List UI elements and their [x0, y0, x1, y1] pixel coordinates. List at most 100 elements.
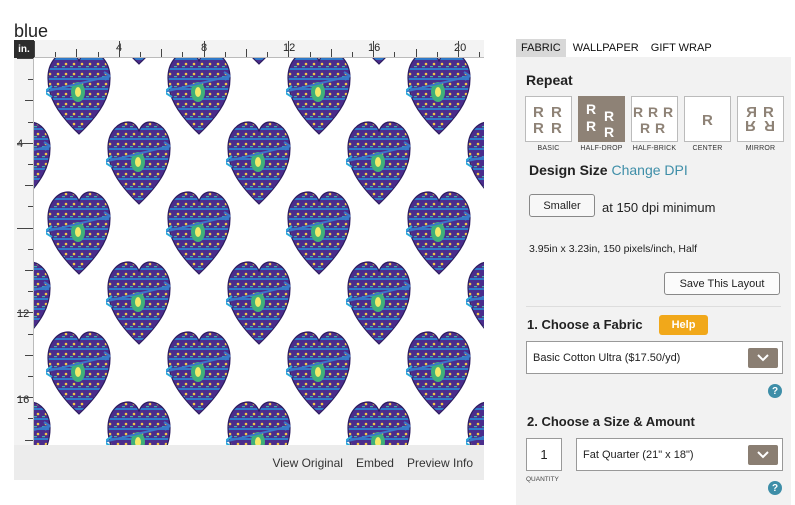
embed-link[interactable]: Embed	[356, 456, 394, 470]
ruler-unit-toggle[interactable]: in.	[14, 40, 34, 58]
repeat-option-label: HALF-BRICK	[632, 145, 677, 152]
pattern-canvas[interactable]	[34, 58, 484, 445]
ruler-vertical: 4 12 16	[14, 58, 34, 445]
options-panel: Repeat RRRR BASIC RRRR HALF-DROP RRRRR H…	[516, 57, 791, 505]
ruler-tick	[28, 248, 33, 250]
ruler-tick	[76, 49, 78, 57]
heart-arrow-motif	[283, 328, 352, 416]
ruler-tick	[25, 354, 33, 356]
ruler-tick	[203, 41, 205, 57]
view-original-link[interactable]: View Original	[272, 456, 342, 470]
svg-text:R: R	[604, 108, 614, 124]
ruler-tick	[55, 52, 57, 57]
heart-arrow-motif	[163, 188, 232, 276]
heart-arrow-motif	[43, 188, 112, 276]
change-dpi-link[interactable]: Change DPI	[611, 162, 687, 178]
heart-arrow-motif	[463, 398, 484, 445]
heart-arrow-motif	[103, 258, 172, 346]
repeat-option-center[interactable]: R CENTER	[684, 96, 731, 152]
heart-arrow-motif	[343, 258, 412, 346]
design-preview: in. 4 8 12 16 20 4 12 16	[14, 40, 484, 480]
ruler-tick	[34, 41, 35, 57]
svg-text:R: R	[655, 120, 665, 135]
ruler-tick	[479, 52, 481, 57]
ruler-tick	[28, 376, 33, 377]
ruler-label: 20	[454, 42, 467, 54]
ruler-tick	[25, 185, 33, 187]
ruler-tick	[394, 52, 396, 57]
fabric-select-value: Basic Cotton Ultra ($17.50/yd)	[533, 351, 681, 364]
repeat-option-label: HALF-DROP	[580, 145, 623, 152]
repeat-option-label: BASIC	[537, 145, 560, 152]
ruler-tick	[28, 291, 33, 293]
ruler-tick	[118, 41, 120, 57]
heart-arrow-motif	[103, 118, 172, 206]
tab-fabric[interactable]: FABRIC	[516, 39, 566, 57]
ruler-tick	[161, 49, 163, 57]
question-mark-icon[interactable]: ?	[768, 384, 782, 398]
ruler-tick	[140, 52, 141, 57]
repeat-option-mirror[interactable]: R R R R MIRROR	[737, 96, 784, 152]
tab-gift-wrap[interactable]: GIFT WRAP	[645, 39, 717, 57]
repeat-option-half-brick[interactable]: RRRRR HALF-BRICK	[631, 96, 678, 152]
svg-text:R: R	[551, 120, 562, 135]
svg-text:R: R	[533, 104, 544, 121]
ruler-tick	[17, 397, 33, 399]
ruler-tick	[458, 41, 459, 57]
ruler-tick	[28, 418, 33, 420]
ruler-label: 16	[17, 394, 30, 406]
svg-text:R: R	[551, 104, 562, 121]
ruler-tick	[246, 49, 247, 57]
ruler-label: 12	[17, 308, 30, 320]
ruler-tick	[25, 270, 33, 271]
repeat-half-drop-icon: RRRR	[578, 96, 625, 142]
save-layout-button[interactable]: Save This Layout	[664, 272, 780, 295]
svg-text:R: R	[663, 104, 673, 120]
repeat-half-brick-icon: RRRRR	[631, 96, 678, 142]
ruler-tick	[17, 312, 33, 314]
repeat-option-half-drop[interactable]: RRRR HALF-DROP	[578, 96, 625, 152]
heart-arrow-motif	[163, 328, 232, 416]
heart-arrow-motif	[403, 188, 472, 276]
heart-arrow-motif	[223, 118, 292, 206]
question-mark-icon[interactable]: ?	[768, 481, 782, 495]
quantity-input[interactable]: 1	[526, 438, 562, 471]
heart-arrow-motif	[163, 58, 232, 136]
repeat-option-label: CENTER	[692, 145, 723, 152]
heart-arrow-motif	[226, 58, 292, 66]
ruler-tick	[28, 206, 33, 208]
size-select-value: Fat Quarter (21" x 18")	[583, 448, 694, 461]
ruler-tick	[97, 52, 99, 57]
smaller-button[interactable]: Smaller	[529, 194, 595, 217]
section-divider	[526, 306, 781, 307]
heart-arrow-motif	[103, 398, 172, 445]
heart-arrow-motif	[223, 258, 292, 346]
heart-arrow-motif	[403, 328, 472, 416]
help-button[interactable]: Help	[659, 315, 708, 335]
ruler-tick	[28, 333, 33, 335]
chevron-down-icon	[748, 444, 778, 465]
repeat-basic-icon: RRRR	[525, 96, 572, 142]
size-select[interactable]: Fat Quarter (21" x 18")	[576, 438, 783, 471]
ruler-tick	[182, 52, 184, 57]
design-title: blue	[14, 21, 49, 41]
svg-text:R: R	[633, 104, 643, 120]
ruler-tick	[309, 52, 311, 57]
heart-arrow-motif	[106, 58, 172, 66]
ruler-tick	[25, 100, 33, 102]
fabric-select[interactable]: Basic Cotton Ultra ($17.50/yd)	[526, 341, 783, 374]
repeat-center-icon: R	[684, 96, 731, 142]
ruler-tick	[415, 49, 417, 57]
tab-wallpaper[interactable]: WALLPAPER	[567, 39, 644, 57]
dpi-minimum-text: at 150 dpi minimum	[602, 200, 716, 215]
ruler-tick	[28, 121, 33, 123]
design-size-heading: Design Size	[529, 162, 608, 178]
svg-text:R: R	[586, 118, 596, 134]
ruler-tick	[25, 439, 33, 441]
repeat-mirror-icon: R R R R	[737, 96, 784, 142]
heart-arrow-motif	[283, 58, 352, 136]
ruler-tick	[17, 142, 33, 144]
repeat-option-basic[interactable]: RRRR BASIC	[525, 96, 572, 152]
preview-info-link[interactable]: Preview Info	[407, 456, 473, 470]
svg-text:R: R	[604, 124, 614, 137]
